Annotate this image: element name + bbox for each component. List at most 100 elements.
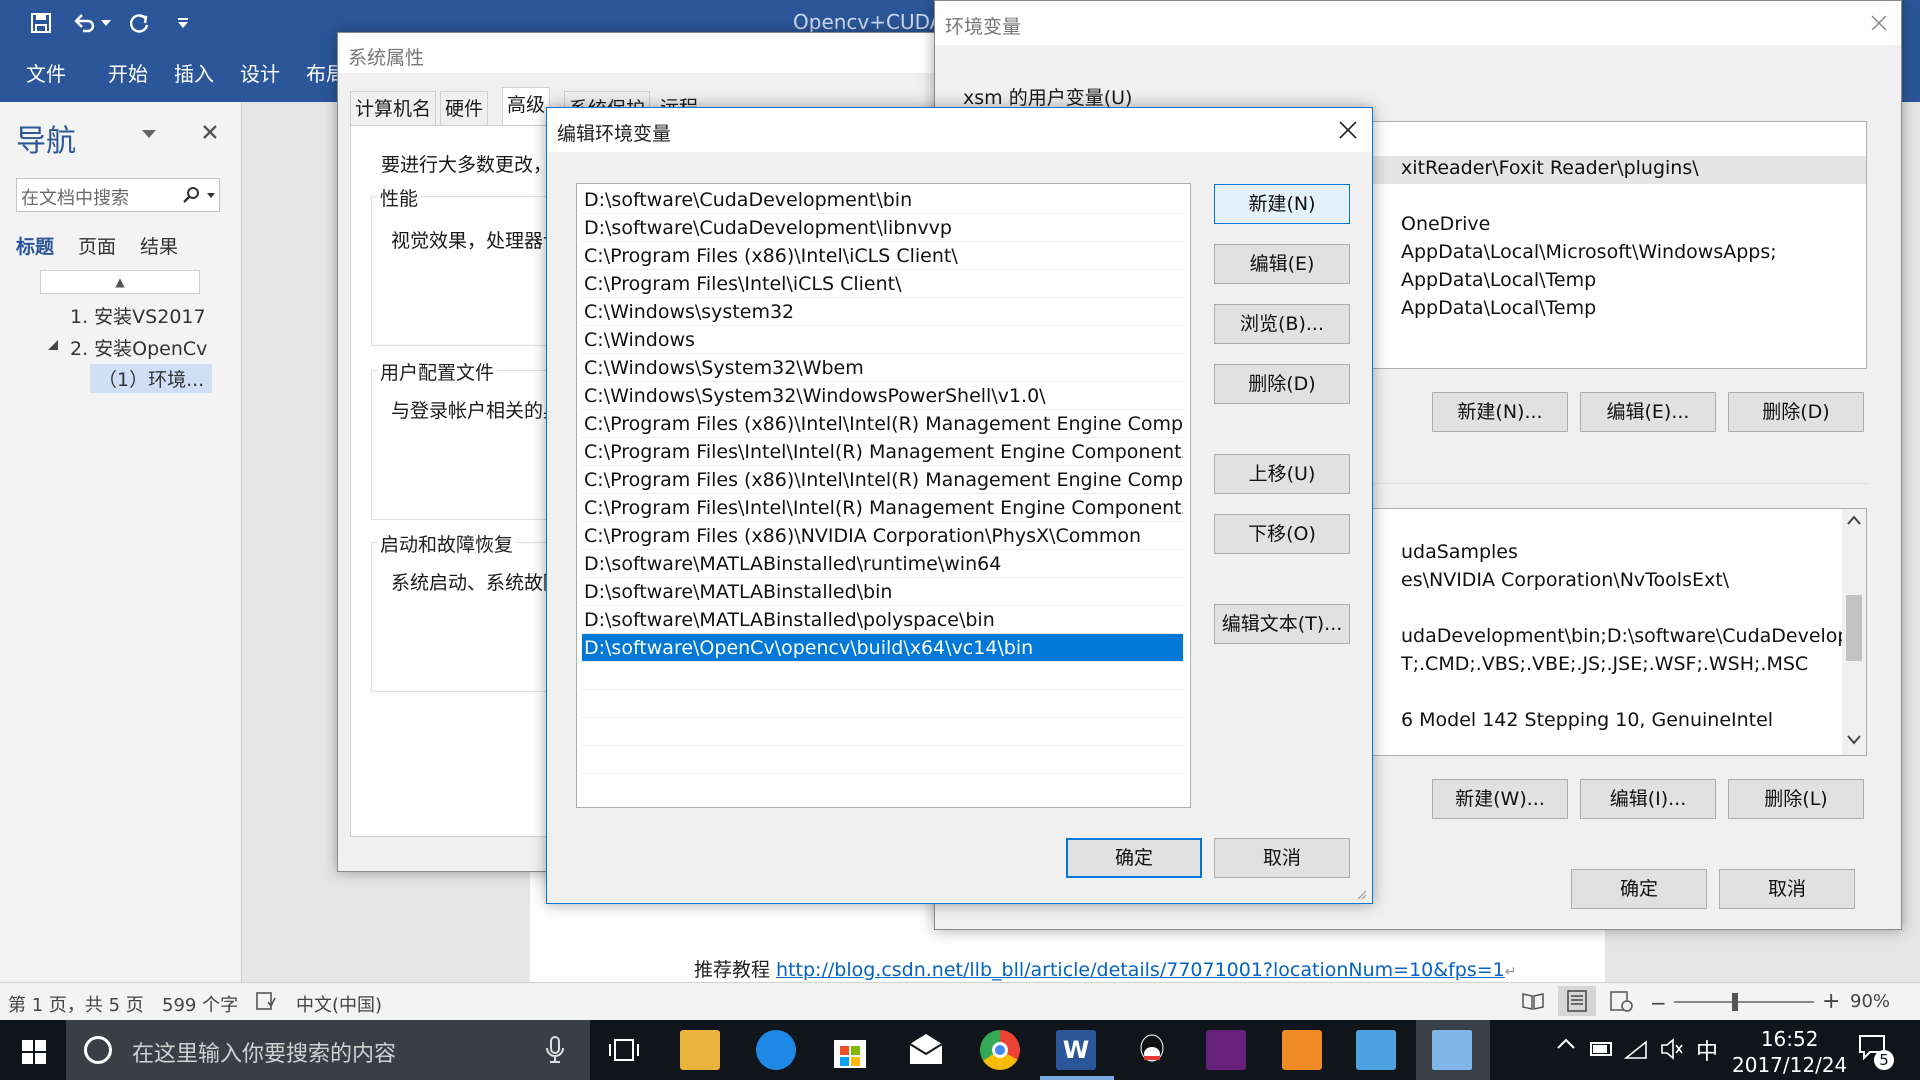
nav-options-icon[interactable] xyxy=(142,130,156,138)
nav-tab-results[interactable]: 结果 xyxy=(140,232,178,259)
ok-button[interactable]: 确定 xyxy=(1066,838,1202,878)
powerpoint-app-icon[interactable] xyxy=(1282,1030,1322,1070)
system-vars-scrollbar[interactable] xyxy=(1842,509,1866,755)
path-entry[interactable]: C:\Windows\system32 xyxy=(582,298,1183,326)
nav-search-input[interactable]: 在文档中搜索 xyxy=(16,178,220,212)
battery-icon[interactable] xyxy=(1590,1038,1614,1058)
word-app-icon[interactable]: W xyxy=(1056,1030,1096,1070)
path-entry[interactable]: D:\software\MATLABinstalled\runtime\win6… xyxy=(582,550,1183,578)
user-new-button[interactable]: 新建(N)... xyxy=(1432,392,1568,432)
environment-variables-titlebar[interactable]: 环境变量 xyxy=(935,1,1901,45)
env-ok-button[interactable]: 确定 xyxy=(1571,869,1707,909)
status-language[interactable]: 中文(中国) xyxy=(296,991,382,1017)
windows-start-icon[interactable] xyxy=(22,1040,46,1064)
system-properties-titlebar[interactable]: 系统属性 xyxy=(338,33,964,73)
undo-icon[interactable] xyxy=(70,8,100,38)
nav-tab-pages[interactable]: 页面 xyxy=(78,232,116,259)
tab-advanced[interactable]: 高级 xyxy=(502,87,551,127)
path-entry[interactable]: D:\software\CudaDevelopment\bin xyxy=(582,186,1183,214)
taskbar-search-box[interactable]: 在这里输入你要搜索的内容 xyxy=(66,1020,590,1080)
move-down-button[interactable]: 下移(O) xyxy=(1214,514,1350,554)
task-view-icon[interactable] xyxy=(608,1038,640,1062)
path-entry[interactable]: C:\Program Files (x86)\Intel\Intel(R) Ma… xyxy=(582,410,1183,438)
zoom-out-icon[interactable]: − xyxy=(1650,991,1667,1015)
zoom-level[interactable]: 90% xyxy=(1850,991,1890,1012)
scroll-down-icon[interactable] xyxy=(1847,735,1861,745)
proofing-icon[interactable] xyxy=(256,992,276,1010)
path-entry[interactable]: C:\Program Files\Intel\Intel(R) Manageme… xyxy=(582,438,1183,466)
read-mode-icon[interactable] xyxy=(1522,991,1544,1011)
control-panel-icon[interactable] xyxy=(1356,1030,1396,1070)
zoom-slider-thumb[interactable] xyxy=(1732,993,1738,1011)
path-entry[interactable]: C:\Windows\System32\Wbem xyxy=(582,354,1183,382)
doc-link[interactable]: http://blog.csdn.net/llb_bll/article/det… xyxy=(776,959,1505,981)
menu-design[interactable]: 设计 xyxy=(240,58,280,87)
system-new-button[interactable]: 新建(W)... xyxy=(1432,779,1568,819)
zoom-in-icon[interactable]: + xyxy=(1822,989,1840,1014)
delete-path-button[interactable]: 删除(D) xyxy=(1214,364,1350,404)
path-entry[interactable]: C:\Program Files\Intel\Intel(R) Manageme… xyxy=(582,494,1183,522)
taskbar-clock[interactable]: 16:52 2017/12/24 xyxy=(1732,1026,1847,1078)
resize-grip-icon[interactable] xyxy=(1355,888,1367,900)
chevron-down-icon[interactable] xyxy=(207,193,215,198)
chrome-icon[interactable] xyxy=(980,1030,1020,1070)
path-entry-selected[interactable]: D:\software\OpenCv\opencv\build\x64\vc14… xyxy=(582,634,1183,662)
feather-app-icon[interactable] xyxy=(756,1030,796,1070)
env-cancel-button[interactable]: 取消 xyxy=(1719,869,1855,909)
menu-insert[interactable]: 插入 xyxy=(174,58,214,87)
mail-icon[interactable] xyxy=(906,1030,946,1070)
redo-icon[interactable] xyxy=(124,8,154,38)
web-layout-icon[interactable] xyxy=(1610,991,1634,1013)
browse-button[interactable]: 浏览(B)... xyxy=(1214,304,1350,344)
collapse-headings-icon[interactable]: ▲ xyxy=(40,270,200,294)
path-entry[interactable]: C:\Windows\System32\WindowsPowerShell\v1… xyxy=(582,382,1183,410)
path-entry[interactable]: C:\Windows xyxy=(582,326,1183,354)
zoom-slider[interactable] xyxy=(1674,1001,1814,1003)
close-icon[interactable] xyxy=(202,124,218,140)
new-path-button[interactable]: 新建(N) xyxy=(1214,184,1350,224)
volume-icon[interactable] xyxy=(1660,1038,1684,1060)
path-entry[interactable]: C:\Program Files (x86)\Intel\iCLS Client… xyxy=(582,242,1183,270)
system-delete-button[interactable]: 删除(L) xyxy=(1728,779,1864,819)
search-icon[interactable] xyxy=(183,186,201,204)
menu-home[interactable]: 开始 xyxy=(108,58,148,87)
path-entry[interactable]: D:\software\MATLABinstalled\polyspace\bi… xyxy=(582,606,1183,634)
customize-qat-icon[interactable] xyxy=(168,8,198,38)
cortana-icon[interactable] xyxy=(84,1036,112,1064)
nav-tab-headings[interactable]: 标题 xyxy=(16,232,54,259)
tab-hardware[interactable]: 硬件 xyxy=(440,91,489,125)
tab-computer-name[interactable]: 计算机名 xyxy=(350,91,437,125)
close-icon[interactable] xyxy=(1339,121,1357,139)
network-icon[interactable] xyxy=(1624,1038,1650,1060)
user-edit-button[interactable]: 编辑(E)... xyxy=(1580,392,1716,432)
move-up-button[interactable]: 上移(U) xyxy=(1214,454,1350,494)
path-entry[interactable]: C:\Program Files\Intel\iCLS Client\ xyxy=(582,270,1183,298)
status-page[interactable]: 第 1 页，共 5 页 xyxy=(8,991,144,1017)
edit-text-button[interactable]: 编辑文本(T)... xyxy=(1214,604,1350,644)
visual-studio-icon[interactable] xyxy=(1206,1030,1246,1070)
input-method-indicator[interactable]: 中 xyxy=(1696,1034,1718,1066)
file-explorer-icon[interactable] xyxy=(680,1030,720,1070)
close-icon[interactable] xyxy=(1871,15,1887,31)
scroll-up-icon[interactable] xyxy=(1847,515,1861,525)
edit-env-titlebar[interactable]: 编辑环境变量 xyxy=(547,108,1372,152)
path-entry[interactable]: D:\software\CudaDevelopment\libnvvp xyxy=(582,214,1183,242)
status-word-count[interactable]: 599 个字 xyxy=(162,991,238,1017)
path-entry[interactable]: D:\software\MATLABinstalled\bin xyxy=(582,578,1183,606)
path-entry[interactable]: C:\Program Files (x86)\Intel\Intel(R) Ma… xyxy=(582,466,1183,494)
user-delete-button[interactable]: 删除(D) xyxy=(1728,392,1864,432)
system-settings-taskbar-item[interactable] xyxy=(1416,1020,1490,1080)
edit-path-button[interactable]: 编辑(E) xyxy=(1214,244,1350,284)
cancel-button[interactable]: 取消 xyxy=(1214,838,1350,878)
nav-heading-2[interactable]: 2. 安装OpenCv xyxy=(70,334,207,361)
undo-dropdown-icon[interactable] xyxy=(98,8,114,38)
chevron-up-icon[interactable] xyxy=(1556,1038,1576,1050)
menu-file[interactable]: 文件 xyxy=(26,58,66,87)
qq-icon[interactable] xyxy=(1132,1030,1172,1070)
path-entry[interactable]: C:\Program Files (x86)\NVIDIA Corporatio… xyxy=(582,522,1183,550)
save-icon[interactable] xyxy=(26,8,56,38)
scrollbar-thumb[interactable] xyxy=(1846,595,1862,661)
microphone-icon[interactable] xyxy=(546,1036,564,1064)
nav-heading-1[interactable]: 1. 安装VS2017 xyxy=(70,302,206,329)
print-layout-icon[interactable] xyxy=(1558,986,1596,1016)
